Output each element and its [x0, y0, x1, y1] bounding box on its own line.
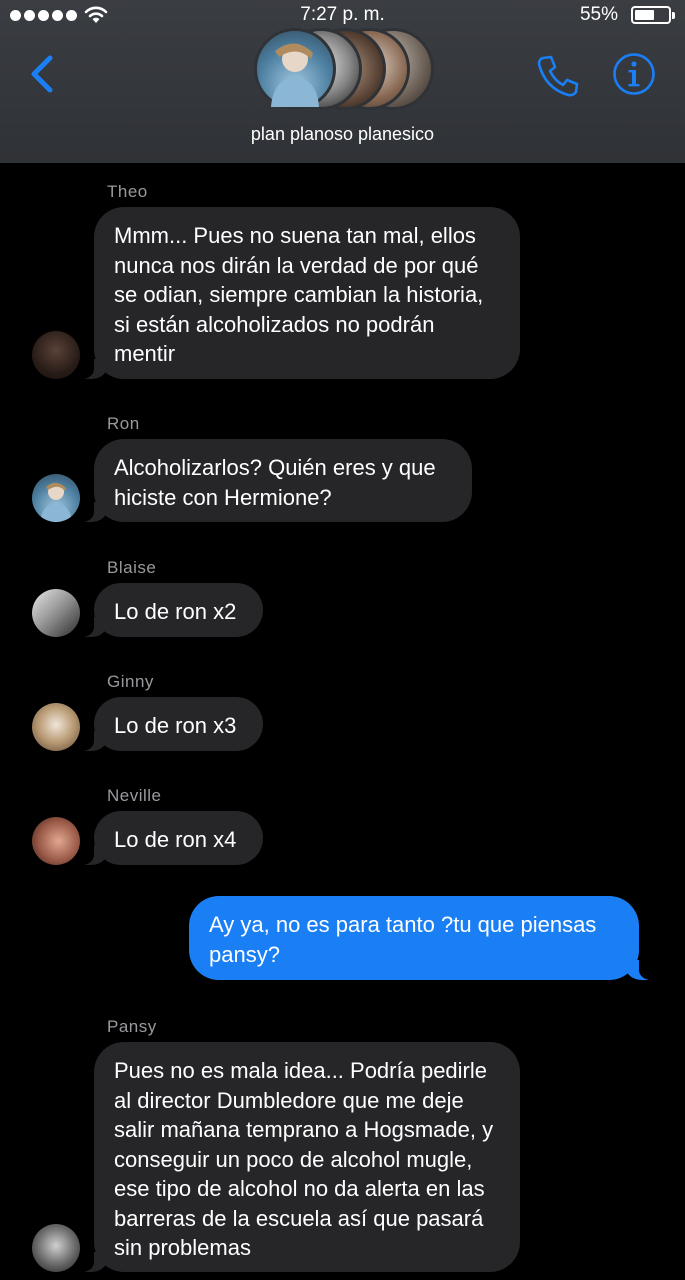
group-name[interactable]: plan planoso planesico	[0, 124, 685, 145]
sender-name: Ron	[107, 414, 140, 433]
avatar[interactable]	[32, 474, 80, 522]
battery-percent: 55%	[579, 4, 618, 25]
person-silhouette-icon	[271, 43, 319, 107]
sender-name: Theo	[107, 182, 148, 201]
message-bubble[interactable]: Alcoholizarlos? Quién eres y que hiciste…	[72, 439, 472, 522]
avatar[interactable]	[32, 331, 80, 379]
battery-icon	[631, 6, 675, 24]
phone-icon[interactable]	[535, 52, 581, 98]
outgoing-message-bubble[interactable]: Ay ya, no es para tanto ?tu que piensas …	[189, 896, 661, 980]
message-bubble[interactable]: Pues no es mala idea... Podría pedirle a…	[72, 1042, 520, 1272]
avatar[interactable]	[32, 1224, 80, 1272]
avatar[interactable]	[32, 817, 80, 865]
message-bubble[interactable]: Lo de ron x3	[72, 697, 263, 751]
sender-name: Ginny	[107, 672, 154, 691]
sender-name: Blaise	[107, 558, 157, 577]
sender-name: Neville	[107, 786, 162, 805]
message-bubble[interactable]: Mmm... Pues no suena tan mal, ellos nunc…	[72, 207, 520, 379]
chat-header: 7:27 p. m. 55% plan planoso planesico	[0, 0, 685, 163]
avatar	[254, 28, 336, 110]
group-avatar-stack[interactable]	[250, 28, 434, 112]
chevron-left-icon[interactable]	[24, 52, 64, 96]
message-bubble[interactable]: Lo de ron x2	[72, 583, 263, 637]
avatar[interactable]	[32, 703, 80, 751]
message-bubble[interactable]: Lo de ron x4	[72, 811, 263, 865]
person-silhouette-icon	[40, 482, 72, 522]
info-icon[interactable]	[612, 52, 656, 96]
sender-name: Pansy	[107, 1017, 157, 1036]
avatar[interactable]	[32, 589, 80, 637]
